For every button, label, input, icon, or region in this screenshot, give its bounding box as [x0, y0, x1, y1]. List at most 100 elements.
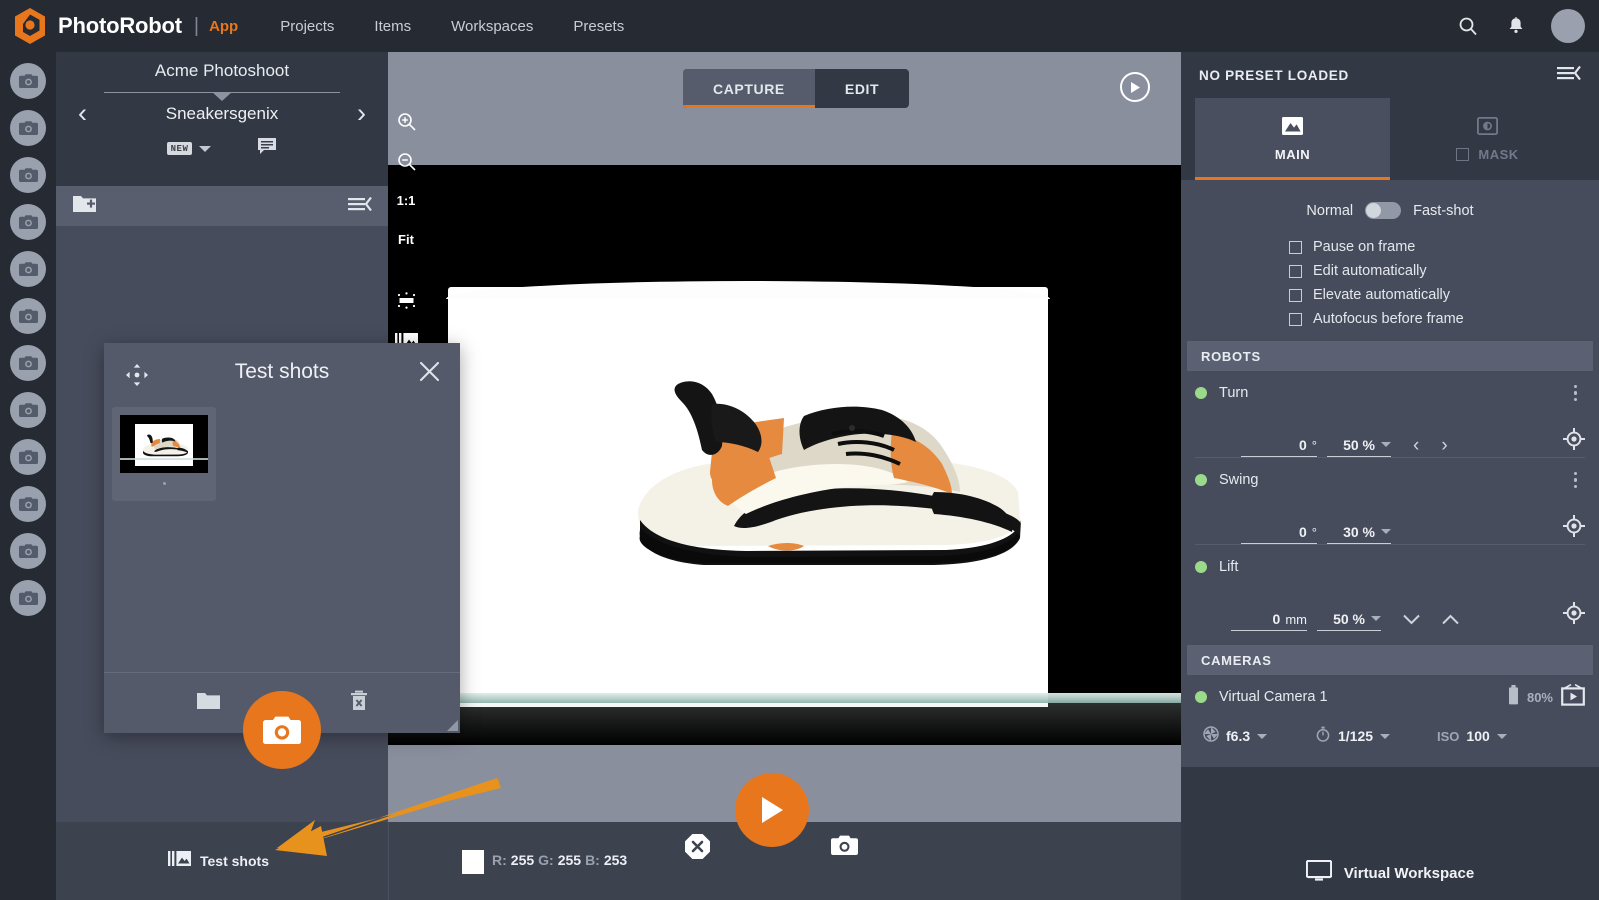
zoom-fit-button[interactable]: Fit [388, 224, 424, 254]
add-folder-icon[interactable] [72, 194, 97, 219]
rail-camera-11[interactable] [10, 533, 46, 569]
capture-mode-toggle[interactable] [1365, 202, 1401, 219]
status-dot [1195, 561, 1207, 573]
cancel-icon[interactable] [684, 833, 711, 865]
turn-speed-field[interactable]: 50 % [1327, 437, 1391, 457]
rail-camera-8[interactable] [10, 392, 46, 428]
battery-icon [1508, 685, 1519, 710]
robots-section-title: ROBOTS [1201, 349, 1261, 364]
robot-controls: 0 ° 50 % ‹ › [1195, 415, 1585, 457]
rail-camera-12[interactable] [10, 580, 46, 616]
rail-camera-5[interactable] [10, 251, 46, 287]
virtual-workspace-button[interactable]: Virtual Workspace [1181, 846, 1599, 900]
tab-edit[interactable]: EDIT [815, 69, 909, 108]
aperture-icon [1203, 726, 1219, 747]
swing-value-field[interactable]: 0 ° [1241, 524, 1317, 544]
tab-mask[interactable]: MASK [1390, 98, 1585, 180]
aperture-setting[interactable]: f6.3 [1203, 726, 1315, 747]
robot-controls: 0 ° 30 % [1195, 502, 1585, 544]
zoom-one-to-one-button[interactable]: 1:1 [388, 185, 424, 215]
rail-camera-4[interactable] [10, 204, 46, 240]
chevron-down-icon [1371, 616, 1381, 621]
checkbox[interactable] [1289, 289, 1302, 302]
capture-options-list: Pause on frame Edit automatically Elevat… [1289, 239, 1599, 327]
status-dropdown[interactable]: NEW [167, 142, 212, 155]
target-icon[interactable] [1563, 428, 1585, 455]
right-panel: NO PRESET LOADED MAIN MASK [1181, 52, 1599, 900]
nav-link-workspaces[interactable]: Workspaces [451, 18, 533, 35]
test-shot-thumbnail-1[interactable] [112, 407, 216, 501]
zoom-in-icon[interactable] [388, 106, 424, 136]
photorobot-logo-icon[interactable] [12, 6, 48, 46]
target-icon[interactable] [1563, 602, 1585, 629]
status-dot [1195, 387, 1207, 399]
avatar[interactable] [1551, 9, 1585, 43]
turn-value-field[interactable]: 0 ° [1241, 437, 1317, 457]
tab-main[interactable]: MAIN [1195, 98, 1390, 180]
iso-setting[interactable]: ISO 100 [1437, 728, 1507, 744]
camera-icon[interactable] [831, 834, 858, 862]
delete-icon[interactable] [349, 690, 369, 717]
play-circle-icon[interactable] [1120, 72, 1150, 102]
rail-camera-2[interactable] [10, 110, 46, 146]
rail-camera-7[interactable] [10, 345, 46, 381]
zoom-out-icon[interactable] [388, 146, 424, 176]
lift-speed-field[interactable]: 50 % [1317, 611, 1381, 631]
shutter-setting[interactable]: 1/125 [1315, 726, 1437, 747]
checkbox[interactable] [1289, 265, 1302, 278]
nav-link-items[interactable]: Items [374, 18, 411, 35]
camera-status-group: 80% [1508, 684, 1585, 711]
kebab-menu-icon[interactable] [1566, 381, 1586, 406]
next-item-button[interactable]: › [349, 100, 374, 127]
bell-icon[interactable] [1503, 13, 1529, 39]
mask-checkbox[interactable] [1456, 148, 1469, 161]
robot-identity: Swing [1195, 472, 1259, 488]
checkbox[interactable] [1289, 313, 1302, 326]
rail-camera-3[interactable] [10, 157, 46, 193]
target-icon[interactable] [1563, 515, 1585, 542]
lift-down-button[interactable] [1403, 610, 1420, 629]
chevron-down-icon[interactable] [212, 92, 232, 101]
turn-jog-controls: ‹ › [1413, 436, 1448, 457]
rail-camera-1[interactable] [10, 63, 46, 99]
option-pause-on-frame[interactable]: Pause on frame [1289, 239, 1599, 255]
image-canvas[interactable] [388, 165, 1181, 745]
tab-capture[interactable]: CAPTURE [683, 69, 815, 108]
collapse-panel-icon[interactable] [348, 196, 372, 217]
lift-value-field[interactable]: 0 mm [1231, 611, 1307, 631]
checkbox[interactable] [1289, 241, 1302, 254]
turn-right-button[interactable]: › [1441, 436, 1447, 455]
dialog-header: Test shots [104, 343, 460, 401]
turn-left-button[interactable]: ‹ [1413, 436, 1419, 455]
option-edit-automatically[interactable]: Edit automatically [1289, 263, 1599, 279]
option-autofocus-before-frame[interactable]: Autofocus before frame [1289, 311, 1599, 327]
take-test-shot-button[interactable] [243, 691, 321, 769]
kebab-menu-icon[interactable] [1566, 468, 1586, 493]
rail-camera-6[interactable] [10, 298, 46, 334]
test-shots-status-button[interactable]: Test shots [168, 850, 269, 872]
chevron-down-icon [1381, 442, 1391, 447]
robot-title-row: Swing [1195, 458, 1585, 502]
liveview-icon[interactable] [1561, 684, 1585, 711]
previous-item-button[interactable]: ‹ [70, 100, 95, 127]
exposure-icon[interactable] [388, 285, 424, 315]
start-capture-button[interactable] [735, 773, 809, 847]
robot-name: Turn [1219, 385, 1248, 401]
swing-speed-field[interactable]: 30 % [1327, 524, 1391, 544]
brand-name: PhotoRobot [58, 13, 182, 39]
option-elevate-automatically[interactable]: Elevate automatically [1289, 287, 1599, 303]
nav-link-projects[interactable]: Projects [280, 18, 334, 35]
resize-handle[interactable] [447, 720, 458, 731]
folder-icon[interactable] [196, 692, 221, 716]
nav-link-presets[interactable]: Presets [573, 18, 624, 35]
comment-icon[interactable] [257, 137, 277, 160]
camera-exposure-settings: f6.3 1/125 ISO 100 [1195, 719, 1585, 753]
lift-up-button[interactable] [1442, 610, 1459, 629]
rail-camera-9[interactable] [10, 439, 46, 475]
move-icon[interactable] [126, 364, 148, 391]
collapse-panel-icon[interactable] [1557, 65, 1581, 86]
rail-camera-10[interactable] [10, 486, 46, 522]
status-dot [1195, 691, 1207, 703]
search-icon[interactable] [1455, 13, 1481, 39]
close-icon[interactable] [419, 361, 440, 387]
